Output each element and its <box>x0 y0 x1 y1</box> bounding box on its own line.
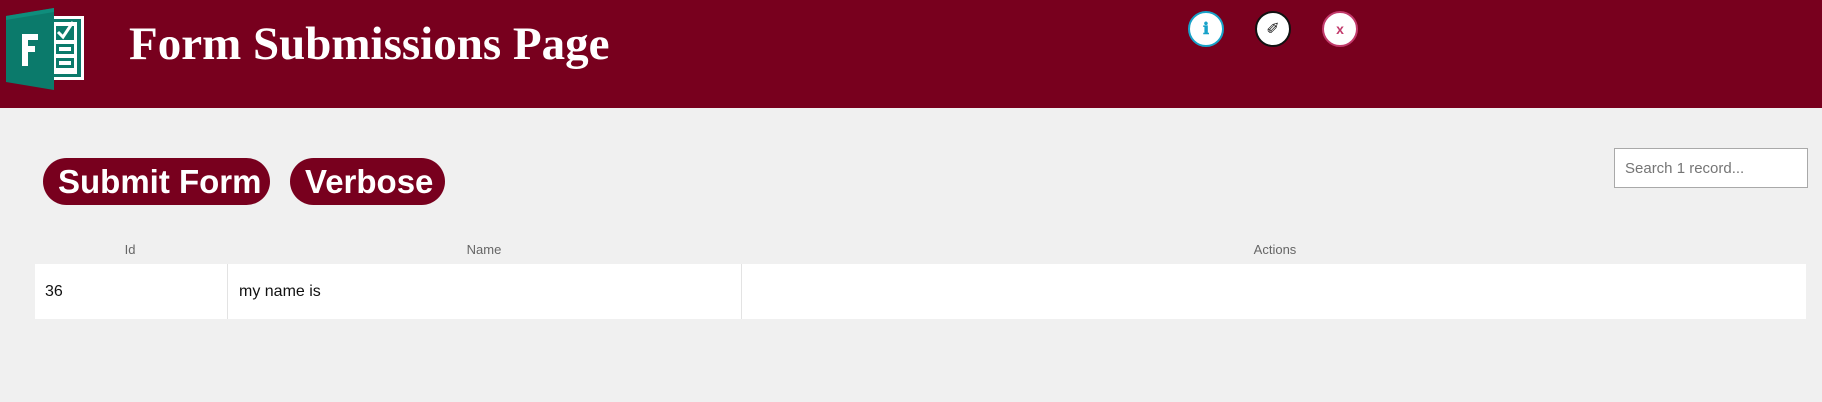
info-button[interactable]: ℹ <box>1188 11 1224 47</box>
column-header-id[interactable]: Id <box>105 241 155 259</box>
delete-button[interactable]: x <box>1322 11 1358 47</box>
search-input[interactable] <box>1614 148 1808 188</box>
table-row: 36 my name is <box>35 264 1806 319</box>
info-icon: ℹ <box>1202 21 1210 38</box>
verbose-button[interactable]: Verbose <box>290 158 445 205</box>
cell-actions <box>741 264 1806 319</box>
page-title: Form Submissions Page <box>129 18 610 70</box>
close-icon: x <box>1336 21 1344 37</box>
cell-name: my name is <box>227 264 776 319</box>
column-header-name[interactable]: Name <box>434 241 534 259</box>
edit-button[interactable]: ✐ <box>1255 11 1291 47</box>
page-header: Form Submissions Page <box>0 0 1822 108</box>
cell-id: 36 <box>45 283 63 300</box>
pencil-icon: ✐ <box>1266 21 1280 38</box>
column-header-actions: Actions <box>1253 242 1297 257</box>
forms-logo-icon <box>6 8 84 90</box>
submit-form-button[interactable]: Submit Form <box>43 158 270 205</box>
